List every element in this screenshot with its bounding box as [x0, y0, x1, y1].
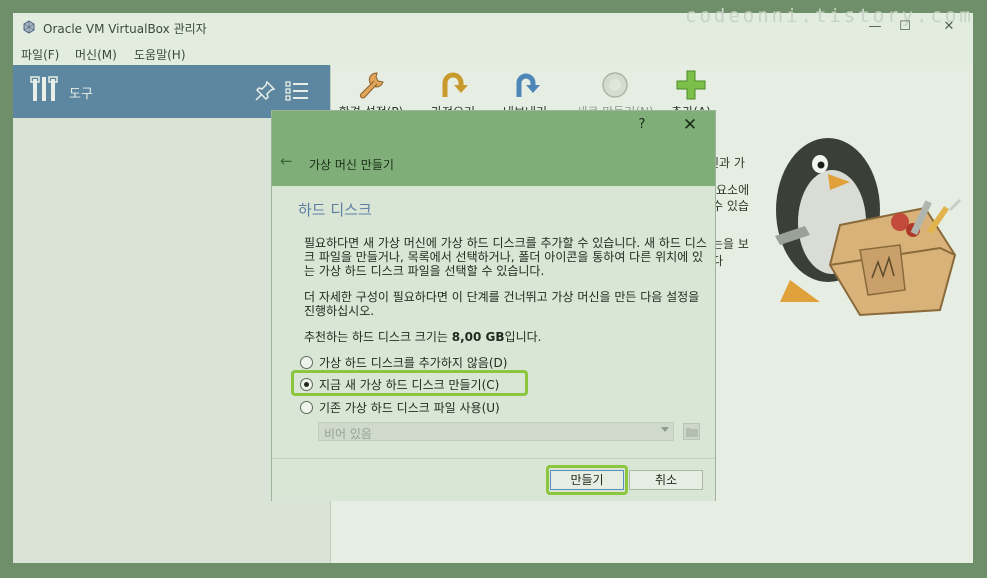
radio-create-new-disk[interactable] — [300, 378, 313, 391]
watermark-text: codeonni.tistory.com — [685, 5, 974, 27]
add-plus-icon — [676, 70, 706, 100]
cancel-button[interactable]: 취소 — [629, 470, 703, 490]
welcome-text-line-2: 요소에 — [716, 183, 750, 197]
title-bar: Oracle VM VirtualBox 관리자 codeonni.tistor… — [13, 5, 973, 41]
menu-bar: 파일(F) 머신(M) 도움말(H) — [13, 41, 973, 65]
menu-help[interactable]: 도움말(H) — [134, 46, 186, 63]
advanced-hint-paragraph: 더 자세한 구성이 필요하다면 이 단계를 건너뛰고 가상 머신을 만든 다음 … — [304, 290, 700, 318]
recommended-size-value: 8,00 GB — [451, 330, 505, 344]
welcome-text-line-4: 는을 보 — [712, 237, 749, 251]
page-title: 하드 디스크 — [298, 201, 372, 219]
browse-folder-button[interactable] — [683, 423, 700, 440]
existing-disk-select[interactable]: 비어 있음 — [318, 422, 674, 441]
back-arrow-icon[interactable]: ← — [280, 152, 298, 170]
radio-existing-disk[interactable] — [300, 401, 313, 414]
wizard-title: 가상 머신 만들기 — [309, 158, 394, 172]
dialog-close-button[interactable]: ✕ — [676, 114, 704, 136]
option-existing-disk-label: 기존 가상 하드 디스크 파일 사용(U) — [319, 401, 500, 415]
tools-icon — [30, 76, 58, 101]
option-create-new-disk-label: 지금 새 가상 하드 디스크 만들기(C) — [319, 378, 500, 392]
import-icon — [442, 72, 468, 97]
radio-no-disk[interactable] — [300, 356, 313, 369]
create-vm-dialog: ? ✕ ← 가상 머신 만들기 하드 디스크 필요하다면 새 가상 머신에 가상… — [271, 110, 716, 501]
description-paragraph: 필요하다면 새 가상 머신에 가상 하드 디스크를 추가할 수 있습니다. 새 … — [304, 236, 707, 278]
welcome-text-line-3: 수 있습 — [712, 199, 749, 213]
minimize-button[interactable]: — — [860, 17, 890, 37]
chevron-down-icon — [661, 427, 669, 432]
virtualbox-logo-icon — [23, 20, 35, 34]
folder-icon — [686, 428, 698, 437]
export-icon — [516, 73, 540, 97]
new-star-icon — [602, 72, 628, 98]
sidebar-item-tools-label: 도구 — [69, 87, 93, 102]
help-button[interactable]: ? — [634, 117, 650, 132]
wrench-icon — [360, 72, 384, 99]
dialog-footer: 만들기 취소 — [272, 458, 715, 501]
recommended-size-suffix: 입니다. — [504, 330, 542, 344]
menu-file[interactable]: 파일(F) — [21, 46, 59, 63]
pin-icon[interactable] — [253, 79, 277, 103]
close-window-button[interactable]: ✕ — [934, 17, 964, 37]
list-menu-icon[interactable] — [285, 79, 309, 103]
recommended-size-text: 추천하는 하드 디스크 크기는 8,00 GB입니다. — [304, 330, 709, 344]
tux-toolbox-illustration — [775, 138, 962, 317]
window-title: Oracle VM VirtualBox 관리자 — [43, 22, 207, 36]
menu-machine[interactable]: 머신(M) — [75, 46, 117, 63]
wizard-header: ← 가상 머신 만들기 — [272, 139, 715, 186]
create-button[interactable]: 만들기 — [550, 470, 624, 490]
maximize-button[interactable]: ☐ — [890, 17, 920, 37]
dialog-title-bar: ? ✕ — [272, 111, 715, 139]
recommended-size-prefix: 추천하는 하드 디스크 크기는 — [304, 330, 452, 344]
option-no-disk-label: 가상 하드 디스크를 추가하지 않음(D) — [319, 356, 508, 370]
existing-disk-select-value: 비어 있음 — [324, 427, 372, 441]
